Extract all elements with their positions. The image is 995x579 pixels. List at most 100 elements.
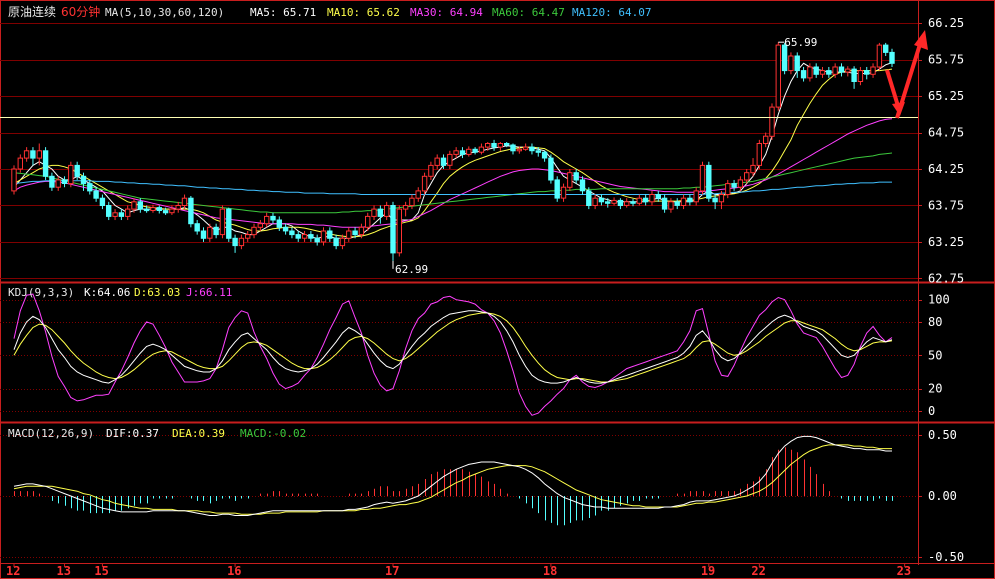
candle-down: [586, 190, 592, 206]
candle-up: [131, 201, 137, 210]
candle-up: [68, 164, 74, 185]
candle-down: [156, 207, 163, 212]
price-axis: 66.25 65.75 65.25 64.75 64.25 63.75 63.25 62.75: [918, 16, 964, 285]
macd-axis-label: 0.50: [928, 428, 957, 442]
candle-up: [219, 208, 226, 236]
candle-up: [181, 197, 188, 206]
candle-up: [775, 44, 781, 108]
candle-up: [522, 146, 529, 150]
candle-down: [579, 179, 586, 192]
candle-down: [712, 197, 718, 203]
candle-up: [428, 164, 434, 177]
candle-up: [769, 106, 775, 137]
candle-up: [680, 197, 687, 206]
candle-up: [112, 212, 118, 217]
ma30-value: MA30: 64.94: [410, 6, 483, 19]
candle-down: [30, 150, 36, 159]
date-label: 13: [57, 564, 71, 578]
candle-up: [567, 172, 573, 188]
candle-down: [598, 197, 605, 203]
macd-macd-value: MACD:-0.02: [240, 427, 306, 440]
candle-up: [560, 186, 567, 199]
candle-down: [661, 197, 668, 210]
candle-up: [725, 183, 731, 196]
date-label: 15: [94, 564, 108, 578]
candle-up: [421, 175, 428, 192]
candle-down: [377, 208, 384, 217]
macd-axis: 0.50 0.00 -0.50: [918, 428, 964, 564]
date-label: 12: [6, 564, 20, 578]
candle-down: [49, 175, 55, 188]
candle-down: [440, 157, 447, 166]
candle-up: [819, 70, 826, 75]
price-axis-label: 64.75: [928, 126, 964, 140]
candle-up: [699, 164, 706, 192]
candle-up: [11, 168, 17, 192]
macd-axis-label: -0.50: [928, 550, 964, 564]
candle-up: [402, 205, 409, 210]
ma-params: MA(5,10,30,60,120): [105, 6, 224, 19]
kdj-j-value: J:66.11: [186, 286, 232, 299]
candle-down: [630, 201, 636, 204]
candle-down: [276, 219, 283, 228]
candle-down: [813, 66, 819, 75]
candle-down: [529, 146, 535, 152]
candle-down: [308, 234, 314, 239]
main-legend: 原油连续 60分钟 MA(5,10,30,60,120) MA5: 65.71 …: [8, 4, 651, 19]
candle-up: [870, 66, 876, 75]
instrument-title: 原油连续: [8, 4, 56, 19]
candle-down: [213, 226, 219, 236]
candle-up: [125, 208, 131, 217]
candle-down: [826, 70, 832, 75]
candle-down: [459, 150, 466, 155]
kdj-k-value: K:64.06: [84, 286, 130, 299]
candle-down: [333, 237, 339, 247]
candle-down: [200, 230, 207, 239]
candle-down: [794, 55, 800, 72]
candle-up: [320, 230, 327, 243]
chart-canvas: 65.99 62.99 66.25 65.75 65.25 64.75 64.25 63.7…: [0, 0, 995, 579]
candle-up: [845, 68, 851, 73]
candle-up: [516, 148, 522, 152]
candle-down: [106, 205, 112, 217]
candle-up: [611, 199, 617, 204]
candle-down: [390, 205, 396, 254]
candle-down: [554, 179, 560, 199]
high-label: 65.99: [784, 36, 817, 49]
candle-down: [282, 226, 289, 232]
candle-up: [832, 66, 838, 75]
candle-down: [851, 68, 857, 82]
candle-up: [264, 215, 270, 225]
candle-down: [162, 210, 169, 214]
candle-up: [624, 201, 630, 206]
candle-up: [346, 230, 352, 239]
candle-down: [99, 197, 106, 206]
candle-up: [756, 143, 762, 166]
candle-down: [617, 199, 624, 206]
candle-down: [510, 144, 516, 152]
candle-down: [883, 44, 889, 53]
kdj-legend: KDJ(9,3,3) K:64.06 D:63.03 J:66.11: [8, 286, 232, 299]
candle-down: [535, 150, 541, 153]
macd-dif-value: DIF:0.37: [106, 427, 159, 440]
candle-up: [693, 190, 699, 203]
candle-up: [251, 226, 257, 236]
candle-up: [301, 234, 308, 239]
candle-down: [800, 70, 807, 79]
candle-down: [504, 143, 510, 146]
candle-up: [807, 66, 813, 79]
kdj-axis-label: 50: [928, 348, 942, 362]
down-arrow-annotation: [885, 69, 905, 116]
kdj-axis-label: 80: [928, 315, 942, 329]
candle-down: [188, 197, 194, 225]
macd-histogram: [14, 447, 893, 526]
candle-down: [194, 223, 200, 232]
ma5-value: MA5: 65.71: [250, 6, 316, 19]
candle-down: [548, 157, 554, 181]
candle-up: [478, 146, 485, 153]
candle-down: [541, 151, 548, 159]
candle-up: [649, 194, 655, 203]
kdj-axis-label: 0: [928, 404, 935, 418]
price-axis-label: 65.75: [928, 53, 964, 67]
candle-down: [655, 194, 661, 199]
